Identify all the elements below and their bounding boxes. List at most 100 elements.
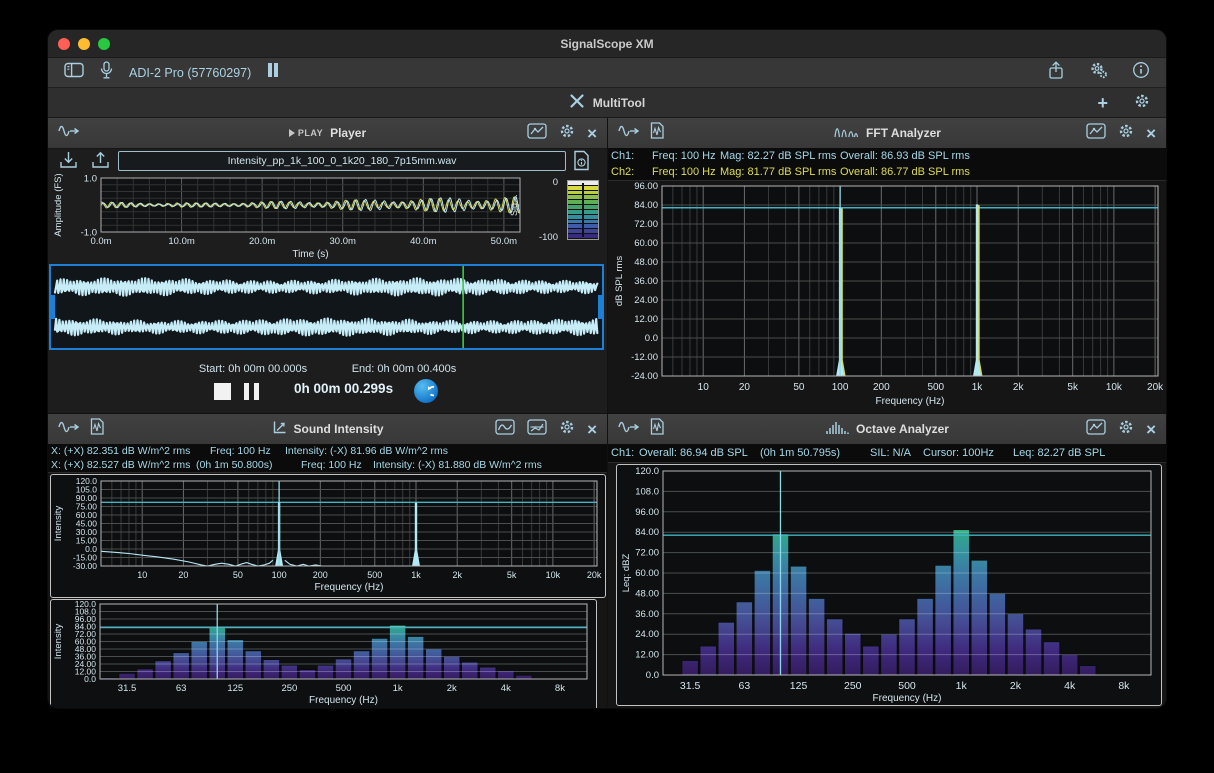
signal-routing-icon[interactable] bbox=[58, 420, 80, 439]
zoom-window-button[interactable] bbox=[98, 38, 110, 50]
tick-label: 125 bbox=[790, 680, 808, 692]
loaded-file-name[interactable]: Intensity_pp_1k_100_0_1k20_180_7p15mm.wa… bbox=[118, 151, 566, 171]
multitool-actions: + bbox=[1097, 93, 1150, 112]
pause-stream-icon[interactable] bbox=[267, 63, 279, 82]
intensity-readout-2: X: (+X) 82.527 dB W/m^2 rms (0h 1m 50.80… bbox=[48, 458, 607, 473]
selection-handle-left[interactable] bbox=[51, 295, 55, 319]
intensity-spectrum-chart[interactable]: 120.0105.090.0075.0060.0045.0030.0015.00… bbox=[51, 475, 605, 600]
sound-intensity-panel: Sound Intensity × bbox=[48, 414, 608, 708]
intensity-bars-chart[interactable]: 120.0108.096.0084.0072.0060.0048.0036.00… bbox=[51, 600, 596, 708]
overview-plot[interactable] bbox=[51, 266, 602, 353]
multitool-gear-icon[interactable] bbox=[1134, 93, 1150, 112]
record-to-file-icon[interactable] bbox=[90, 418, 104, 440]
close-panel-icon[interactable]: × bbox=[1146, 125, 1156, 142]
overview-wave[interactable] bbox=[51, 266, 602, 348]
multitool-title[interactable]: MultiTool bbox=[593, 96, 645, 110]
tick-label: 4k bbox=[1064, 680, 1076, 692]
export-file-icon[interactable] bbox=[90, 150, 111, 176]
panel-gear-icon[interactable] bbox=[559, 419, 575, 440]
tick-label: 500 bbox=[898, 680, 916, 692]
player-wave-plot[interactable]: 1.0-1.00.0m10.0m20.0m30.0m40.0m50.0mTime… bbox=[48, 174, 607, 260]
player-header: PLAY Player × bbox=[48, 118, 607, 149]
intensity-spectrum-box: 120.0105.090.0075.0060.0045.0030.0015.00… bbox=[50, 474, 606, 598]
tick-label: 63 bbox=[176, 683, 187, 694]
sidebar-toggle-icon[interactable] bbox=[64, 62, 84, 83]
readout-channel: Ch1: bbox=[611, 148, 634, 164]
tick-label: 100 bbox=[272, 570, 287, 580]
tick-label: 10 bbox=[698, 382, 710, 393]
chart-options-icon[interactable] bbox=[527, 123, 547, 144]
input-device-selector[interactable]: ADI-2 Pro (57760297) bbox=[129, 66, 251, 80]
sound-intensity-header: Sound Intensity × bbox=[48, 414, 607, 445]
tick-label: 1k bbox=[393, 683, 403, 694]
intensity-bars-plot[interactable]: 120.0108.096.0084.0072.0060.0048.0036.00… bbox=[51, 600, 594, 707]
selection-handle-right[interactable] bbox=[598, 295, 602, 319]
playback-time: 0h 00m 00.299s bbox=[294, 381, 393, 396]
tick-label: 1k bbox=[972, 382, 984, 393]
toolbar-right-group bbox=[1047, 61, 1150, 85]
tick-label: 30.0m bbox=[330, 236, 356, 247]
chart-options-icon[interactable] bbox=[527, 419, 547, 440]
tick-label: 5k bbox=[507, 570, 517, 580]
chart-options-icon[interactable] bbox=[1086, 123, 1106, 144]
tick-label: 50 bbox=[233, 570, 243, 580]
settings-gears-icon[interactable] bbox=[1089, 61, 1108, 84]
player-waveform-chart[interactable]: 1.0-1.00.0m10.0m20.0m30.0m40.0m50.0mTime… bbox=[48, 174, 607, 260]
close-window-button[interactable] bbox=[58, 38, 70, 50]
fft-plot[interactable]: 96.0084.0072.0060.0048.0036.0024.0012.00… bbox=[608, 180, 1166, 414]
tick-label: 500 bbox=[336, 683, 352, 694]
import-file-icon[interactable] bbox=[58, 150, 79, 176]
share-icon[interactable] bbox=[1047, 61, 1065, 85]
panel-gear-icon[interactable] bbox=[559, 123, 575, 144]
close-panel-icon[interactable]: × bbox=[587, 125, 597, 142]
tick-label: 48.00 bbox=[634, 257, 658, 268]
info-icon[interactable] bbox=[1132, 61, 1150, 84]
pause-button[interactable] bbox=[244, 383, 259, 400]
fft-spectrum-chart[interactable]: 96.0084.0072.0060.0048.0036.0024.0012.00… bbox=[608, 180, 1166, 414]
tick-label: 48.00 bbox=[635, 588, 659, 599]
chart-options-icon[interactable] bbox=[1086, 419, 1106, 440]
octave-readout: Ch1: Overall: 86.94 dB SPL (0h 1m 50.795… bbox=[608, 444, 1166, 463]
octave-chart-box: 120.0108.096.0084.0072.0060.0048.0036.00… bbox=[616, 464, 1162, 706]
stop-button[interactable] bbox=[214, 383, 231, 400]
close-panel-icon[interactable]: × bbox=[1146, 421, 1156, 438]
axis-label: Intensity bbox=[53, 506, 64, 542]
loop-button[interactable] bbox=[414, 379, 438, 403]
waveform-overview[interactable] bbox=[49, 264, 604, 350]
panel-gear-icon[interactable] bbox=[1118, 419, 1134, 440]
tick-label: 20k bbox=[587, 570, 602, 580]
selection-start-label: Start: 0h 00m 00.000s bbox=[168, 363, 338, 375]
octave-bars-chart[interactable]: 120.0108.096.0084.0072.0060.0048.0036.00… bbox=[617, 465, 1161, 708]
record-to-file-icon[interactable] bbox=[650, 122, 664, 144]
panel-gear-icon[interactable] bbox=[1118, 123, 1134, 144]
signal-routing-icon[interactable] bbox=[618, 124, 640, 143]
close-panel-icon[interactable]: × bbox=[587, 421, 597, 438]
add-tool-icon[interactable]: + bbox=[1097, 94, 1108, 112]
tick-label: 10.0m bbox=[168, 236, 194, 247]
tick-label: 200 bbox=[313, 570, 328, 580]
app-window: SignalScope XM ADI-2 Pro (57760297) bbox=[48, 30, 1166, 708]
record-to-file-icon[interactable] bbox=[650, 418, 664, 440]
signal-routing-icon[interactable] bbox=[58, 124, 80, 143]
signal-routing-icon[interactable] bbox=[618, 420, 640, 439]
microphone-icon[interactable] bbox=[100, 61, 113, 85]
octave-bars-plot[interactable]: 120.0108.096.0084.0072.0060.0048.0036.00… bbox=[617, 465, 1159, 703]
meter-top-label: 0 bbox=[530, 177, 558, 188]
file-info-icon[interactable] bbox=[573, 150, 590, 176]
player-panel: PLAY Player × bbox=[48, 118, 608, 414]
readout-intensity: Intensity: (-X) 81.880 dB W/m^2 rms bbox=[373, 458, 542, 472]
tick-label: 96.00 bbox=[634, 181, 658, 192]
tick-label: 5k bbox=[1067, 382, 1079, 393]
envelope-chart-icon[interactable] bbox=[495, 419, 515, 440]
tick-label: 36.00 bbox=[635, 609, 659, 620]
panel-title: Octave Analyzer bbox=[856, 422, 949, 436]
intensity-spectrum-plot[interactable]: 120.0105.090.0075.0060.0045.0030.0015.00… bbox=[51, 475, 603, 595]
axis-label: Frequency (Hz) bbox=[315, 582, 384, 593]
readout-channel: Ch2: bbox=[611, 164, 634, 180]
window-controls bbox=[58, 30, 110, 57]
meter-bottom-label: -100 bbox=[520, 232, 558, 243]
readout-channel: Ch1: bbox=[611, 444, 634, 462]
minimize-window-button[interactable] bbox=[78, 38, 90, 50]
selection-end-label: End: 0h 00m 00.400s bbox=[319, 363, 489, 375]
axis-label: Frequency (Hz) bbox=[876, 396, 945, 407]
